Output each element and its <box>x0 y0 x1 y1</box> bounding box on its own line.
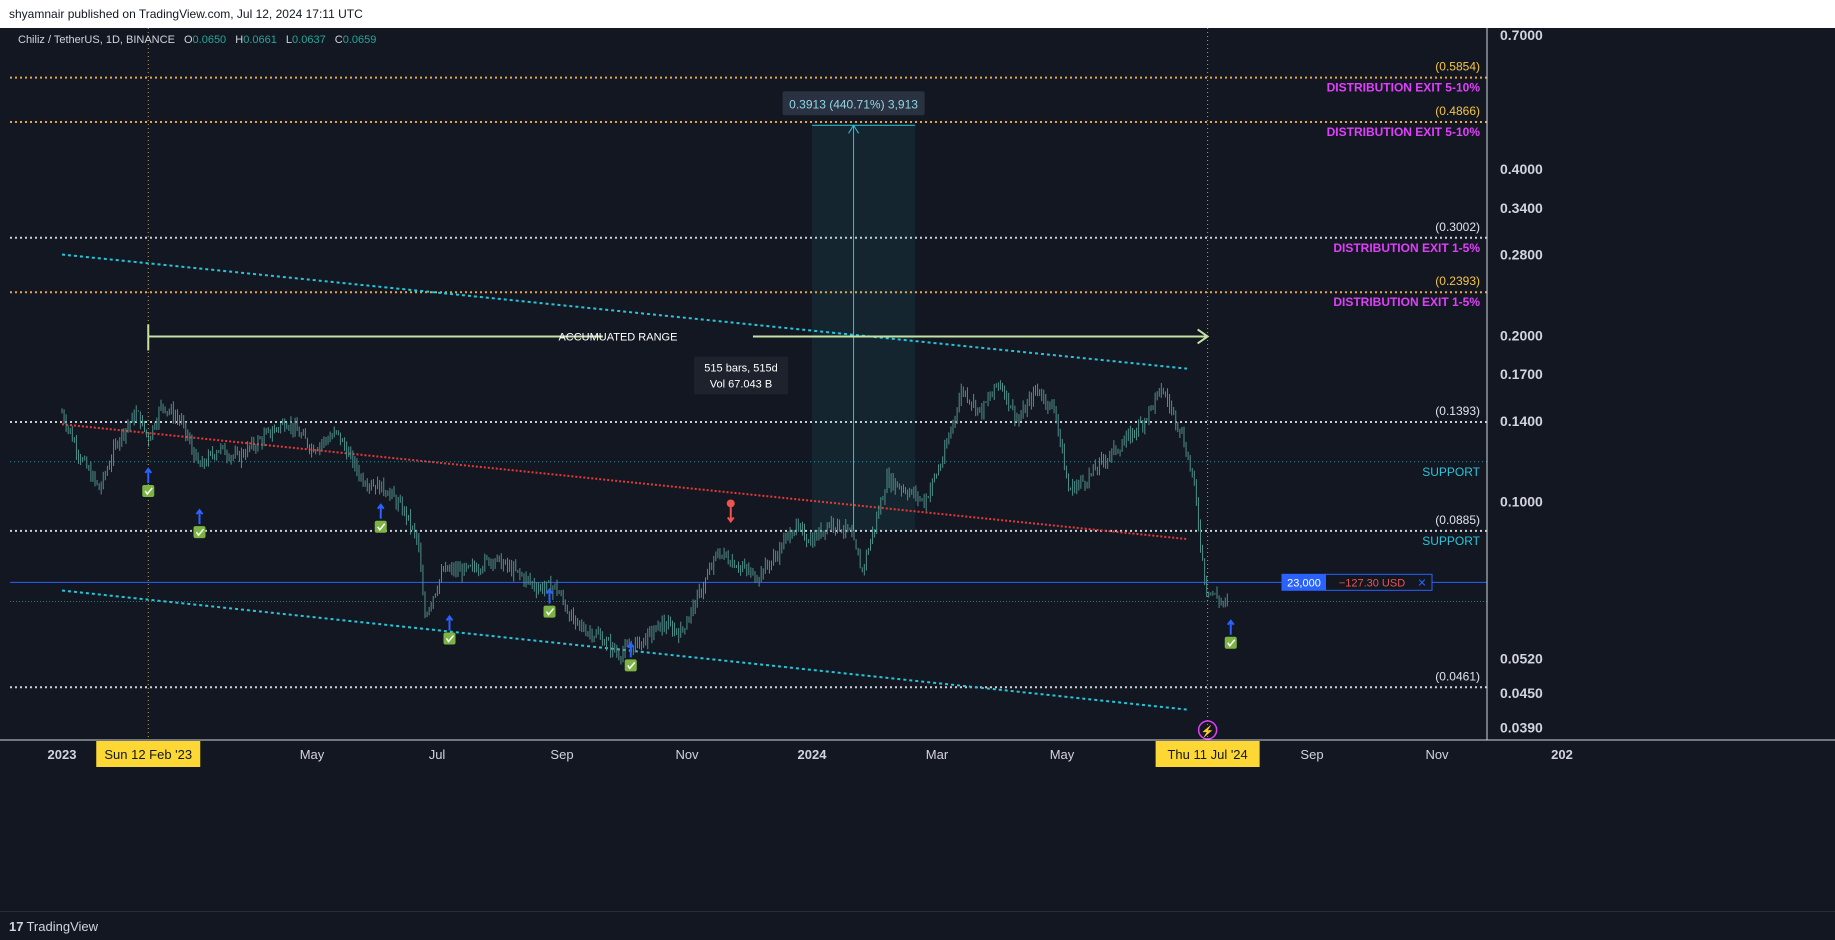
buy-arrow-icon <box>445 614 454 631</box>
trendlines-layer <box>61 253 1188 711</box>
range-stats-vol: Vol 67.043 B <box>710 378 772 390</box>
buy-check-icon <box>543 605 556 618</box>
accumulated-range-layer: ACCUMUATED RANGE 515 bars, 515d Vol 67.043… <box>147 28 1210 740</box>
symbol-ohlc-legend[interactable]: Chiliz / TetherUS, 1D, BINANCE O0.0650 H… <box>18 34 376 46</box>
channel-lower <box>61 589 1188 711</box>
buy-check-icon <box>624 659 637 672</box>
open-value: 0.0650 <box>192 34 227 46</box>
open-label: O <box>183 34 193 46</box>
price-tick-label: 0.2000 <box>1500 327 1543 343</box>
time-tick-label: May <box>300 747 325 762</box>
time-tick-label: Jul <box>429 747 446 762</box>
measure-box <box>812 125 916 531</box>
high-value: 0.0661 <box>243 34 277 46</box>
time-tick-label: Sep <box>550 747 573 762</box>
measure-label: 0.3913 (440.71%) 3,913 <box>789 97 918 111</box>
sell-arrow-icon <box>726 507 735 524</box>
price-tick-label: 0.1700 <box>1500 366 1543 382</box>
time-tick-label: 202 <box>1551 747 1573 762</box>
range-stats-bars: 515 bars, 515d <box>704 362 777 374</box>
time-tick-label: Mar <box>926 747 949 762</box>
level-tag: (0.5854) <box>1435 60 1480 74</box>
level-tag: (0.3002) <box>1435 220 1480 234</box>
red-trendline <box>61 423 1188 541</box>
price-tick-label: 0.0520 <box>1500 650 1543 666</box>
time-tick-label: May <box>1050 747 1075 762</box>
time-highlight-label: Sun 12 Feb '23 <box>104 747 192 762</box>
price-tick-label: 0.3400 <box>1500 200 1543 216</box>
price-tick-label: 0.4000 <box>1500 161 1543 177</box>
level-tag: (0.2393) <box>1435 274 1480 288</box>
buy-check-icon <box>374 520 387 533</box>
publish-info: shyamnair published on TradingView.com, … <box>9 7 363 21</box>
level-label: DISTRIBUTION EXIT 5-10% <box>1327 125 1481 139</box>
tradingview-brand: TradingView <box>26 919 99 934</box>
close-value: 0.0659 <box>342 34 377 46</box>
time-tick-label: 2023 <box>48 747 77 762</box>
measure-layer: 0.3913 (440.71%) 3,913 <box>782 91 925 531</box>
price-axis-bg <box>1487 28 1835 740</box>
publish-header: shyamnair published on TradingView.com, … <box>0 0 1835 29</box>
level-tag: (0.0461) <box>1435 669 1480 683</box>
buy-check-icon <box>1224 636 1237 649</box>
axes-layer: 0.7000 0.4000 0.3400 0.2800 0.2000 0.1700 0.14… <box>0 27 1835 768</box>
level-label: SUPPORT <box>1422 465 1480 479</box>
tradingview-logo-icon: 17 <box>9 919 24 934</box>
low-value: 0.0637 <box>292 34 326 46</box>
order-qty: 23,000 <box>1287 577 1321 589</box>
level-label: DISTRIBUTION EXIT 1-5% <box>1333 241 1480 255</box>
level-label: SUPPORT <box>1422 534 1480 548</box>
time-tick-label: Nov <box>1425 747 1449 762</box>
price-tick-label: 0.2800 <box>1500 247 1543 263</box>
footer-bar: 17 TradingView <box>0 911 1835 940</box>
buy-check-icon <box>443 632 456 645</box>
high-label: H <box>235 34 244 46</box>
sell-dot-icon <box>726 499 735 508</box>
buy-arrow-icon <box>144 467 153 483</box>
price-chart[interactable]: 0.3913 (440.71%) 3,913 ACCUMUATED RANGE 5… <box>0 27 1835 911</box>
level-tag: (0.4866) <box>1435 104 1480 118</box>
tradingview-logo[interactable]: 17 TradingView <box>9 919 98 934</box>
range-label: ACCUMUATED RANGE <box>558 331 677 343</box>
level-tag: (0.0885) <box>1435 513 1480 527</box>
close-label: C <box>334 34 343 46</box>
buy-check-icon <box>142 484 155 497</box>
level-label: DISTRIBUTION EXIT 1-5% <box>1333 295 1480 309</box>
symbol-title: Chiliz / TetherUS, 1D, BINANCE <box>18 34 175 46</box>
price-tick-label: 0.1000 <box>1500 494 1543 510</box>
price-tick-label: 0.7000 <box>1500 28 1543 43</box>
order-close-icon: ✕ <box>1417 577 1426 589</box>
buy-arrow-icon <box>1226 619 1235 635</box>
buy-arrow-icon <box>376 503 385 519</box>
signals-layer: ⚡ <box>142 467 1237 740</box>
lightning-glyph: ⚡ <box>1201 725 1215 738</box>
price-tick-label: 0.1400 <box>1500 413 1543 429</box>
buy-arrow-icon <box>195 508 204 525</box>
time-highlight-label: Thu 11 Jul '24 <box>1167 747 1247 762</box>
price-tick-label: 0.0450 <box>1500 685 1543 701</box>
time-tick-label: Nov <box>675 747 699 762</box>
buy-check-icon <box>193 526 206 539</box>
order-pnl: −127.30 USD <box>1339 577 1405 589</box>
chart-area[interactable]: 0.3913 (440.71%) 3,913 ACCUMUATED RANGE 5… <box>0 27 1835 911</box>
price-tick-label: 0.0390 <box>1500 719 1543 735</box>
channel-upper <box>61 253 1188 370</box>
level-label: DISTRIBUTION EXIT 5-10% <box>1327 81 1481 95</box>
level-tag: (0.1393) <box>1435 404 1480 418</box>
time-tick-label: 2024 <box>798 747 828 762</box>
time-tick-label: Sep <box>1300 747 1323 762</box>
